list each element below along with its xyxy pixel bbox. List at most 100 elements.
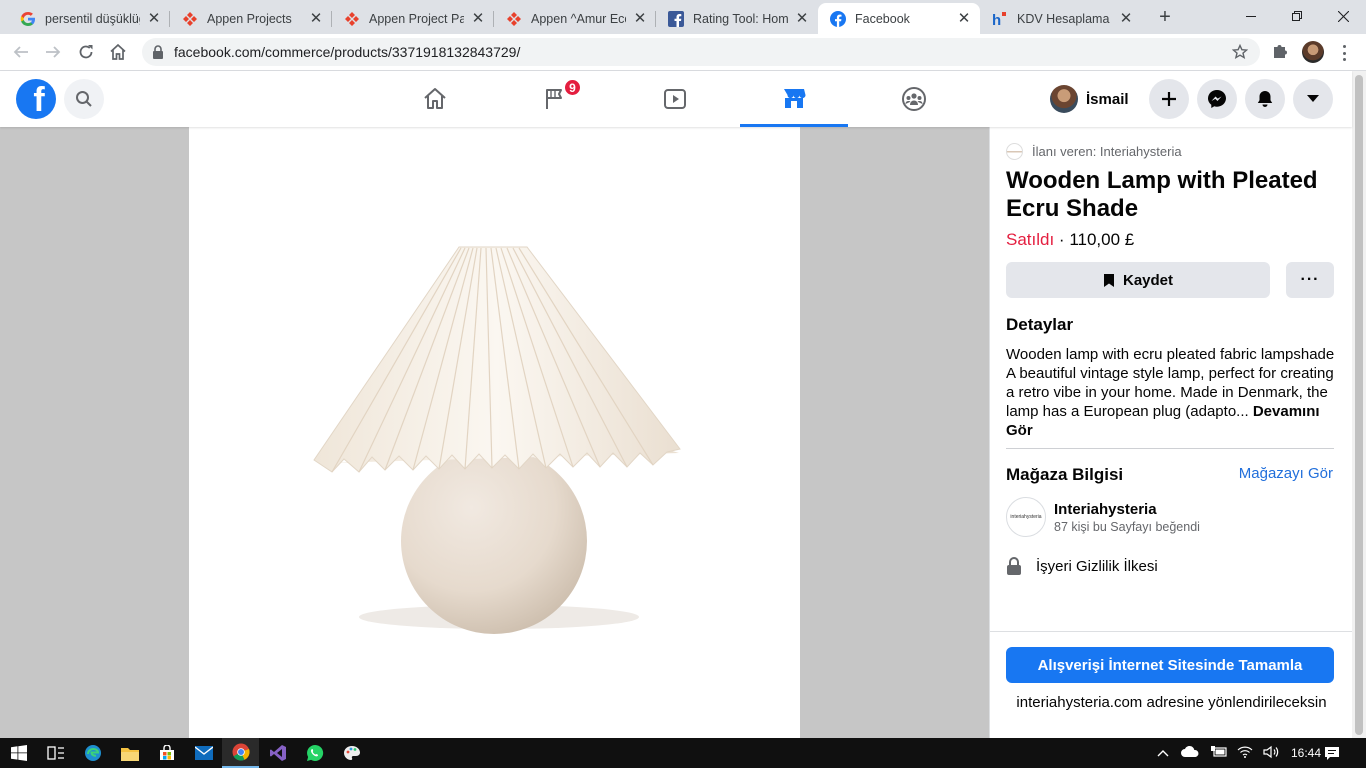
reload-button[interactable] xyxy=(73,39,99,65)
browser-tab[interactable]: persentil düşüklüğü ✕ xyxy=(8,3,170,34)
hesaplama-icon: h xyxy=(992,11,1008,27)
facebook-header: f 9 İsmail xyxy=(0,71,1352,127)
reload-icon xyxy=(79,45,93,59)
appen-icon xyxy=(182,11,198,27)
battery-icon[interactable] xyxy=(1211,745,1227,761)
browser-tab[interactable]: Rating Tool: Home ✕ xyxy=(656,3,818,34)
nav-watch-tab[interactable] xyxy=(621,71,729,127)
browser-profile-avatar[interactable] xyxy=(1302,41,1324,63)
wifi-icon[interactable] xyxy=(1237,746,1253,761)
nav-pages-tab[interactable]: 9 xyxy=(501,71,609,127)
nav-groups-tab[interactable] xyxy=(860,71,968,127)
onedrive-cloud-icon[interactable] xyxy=(1181,746,1199,760)
facebook-icon xyxy=(830,10,846,27)
facebook-search-button[interactable] xyxy=(64,79,104,119)
action-center-button[interactable] xyxy=(1324,738,1340,768)
close-tab-icon[interactable]: ✕ xyxy=(470,10,486,27)
facebook-square-icon xyxy=(668,10,684,27)
product-photo[interactable] xyxy=(189,127,800,738)
nav-home-tab[interactable] xyxy=(381,71,489,127)
close-tab-icon[interactable]: ✕ xyxy=(632,10,648,27)
file-explorer-icon[interactable] xyxy=(111,738,148,768)
store-icon[interactable] xyxy=(148,738,185,768)
clock-time[interactable]: 16:44 xyxy=(1291,746,1321,760)
close-tab-icon[interactable]: ✕ xyxy=(956,10,972,27)
back-button[interactable] xyxy=(8,39,34,65)
browser-tab[interactable]: Appen ^Amur Eco ✕ xyxy=(494,3,656,34)
close-tab-icon[interactable]: ✕ xyxy=(1118,10,1134,27)
whatsapp-icon[interactable] xyxy=(296,738,333,768)
marketplace-shop-icon xyxy=(784,88,806,108)
more-options-button[interactable]: ··· xyxy=(1286,262,1334,298)
lock-icon[interactable] xyxy=(152,45,164,59)
close-tab-icon[interactable]: ✕ xyxy=(308,10,324,27)
url-text[interactable]: facebook.com/commerce/products/337191813… xyxy=(174,44,520,60)
minimize-button[interactable] xyxy=(1228,0,1274,32)
facebook-logo[interactable]: f xyxy=(16,79,56,119)
details-heading: Detaylar xyxy=(1006,315,1074,334)
notification-badge: 9 xyxy=(563,78,582,97)
store-name[interactable]: Interiahysteria xyxy=(1054,501,1200,518)
browser-tab[interactable]: h KDV Hesaplama (K ✕ xyxy=(980,3,1142,34)
seller-line[interactable]: İlanı veren: Interiahysteria xyxy=(1006,143,1182,160)
paint-icon[interactable] xyxy=(333,738,370,768)
product-details-panel: İlanı veren: Interiahysteria Wooden Lamp… xyxy=(989,127,1353,738)
close-window-button[interactable] xyxy=(1320,0,1366,32)
privacy-policy-link[interactable]: İşyeri Gizlilik İlkesi xyxy=(1006,557,1158,575)
view-store-link[interactable]: Mağazayı Gör xyxy=(1239,465,1333,482)
checkout-on-website-button[interactable]: Alışverişi İnternet Sitesinde Tamamla xyxy=(1006,647,1334,683)
bookmark-star-icon[interactable] xyxy=(1231,43,1249,63)
browser-tab[interactable]: Appen Project Page ✕ xyxy=(332,3,494,34)
windows-start-icon[interactable] xyxy=(0,738,37,768)
chrome-icon[interactable] xyxy=(222,738,259,768)
create-button[interactable] xyxy=(1149,79,1189,119)
forward-button[interactable] xyxy=(40,39,66,65)
browser-toolbar: facebook.com/commerce/products/337191813… xyxy=(0,34,1366,71)
notifications-button[interactable] xyxy=(1245,79,1285,119)
divider xyxy=(1006,448,1334,449)
tab-title: Facebook xyxy=(855,11,910,26)
close-icon xyxy=(1337,10,1349,22)
nav-marketplace-tab[interactable] xyxy=(740,71,848,127)
save-button[interactable]: Kaydet xyxy=(1006,262,1270,298)
tab-title: KDV Hesaplama (K xyxy=(1017,11,1112,26)
store-card[interactable]: interiahysteria Interiahysteria 87 kişi … xyxy=(1006,497,1200,537)
forward-arrow-icon xyxy=(46,46,61,58)
new-tab-button[interactable]: + xyxy=(1155,7,1175,27)
browser-menu-icon[interactable] xyxy=(1336,43,1352,63)
show-hidden-icons-chevron-icon[interactable] xyxy=(1157,746,1169,760)
sold-status: Satıldı xyxy=(1006,230,1055,249)
lamp-image xyxy=(313,246,681,634)
edge-browser-icon[interactable] xyxy=(74,738,111,768)
task-view-icon[interactable] xyxy=(37,738,74,768)
product-description: Wooden lamp with ecru pleated fabric lam… xyxy=(1006,346,1335,439)
lock-icon xyxy=(1007,557,1021,575)
product-title: Wooden Lamp with Pleated Ecru Shade xyxy=(1006,167,1318,222)
minimize-icon xyxy=(1246,16,1256,17)
caret-down-icon xyxy=(1307,95,1319,102)
home-icon xyxy=(424,88,446,109)
account-menu-button[interactable] xyxy=(1293,79,1333,119)
address-bar[interactable]: facebook.com/commerce/products/337191813… xyxy=(142,38,1260,66)
browser-tab-active[interactable]: Facebook ✕ xyxy=(818,3,980,34)
video-play-icon xyxy=(664,89,686,109)
store-logo: interiahysteria xyxy=(1006,497,1046,537)
messenger-button[interactable] xyxy=(1197,79,1237,119)
page-scrollbar[interactable] xyxy=(1352,71,1366,738)
extensions-puzzle-icon[interactable] xyxy=(1271,42,1289,65)
price-row: Satıldı · 110,00 £ xyxy=(1006,230,1134,250)
notification-center-icon xyxy=(1325,746,1339,760)
visual-studio-icon[interactable] xyxy=(259,738,296,768)
maximize-button[interactable] xyxy=(1274,0,1320,32)
browser-tab[interactable]: Appen Projects ✕ xyxy=(170,3,332,34)
tab-title: persentil düşüklüğü xyxy=(45,11,140,26)
profile-chip[interactable]: İsmail xyxy=(1050,81,1129,117)
tab-title: Rating Tool: Home xyxy=(693,11,788,26)
close-tab-icon[interactable]: ✕ xyxy=(146,10,162,27)
mail-icon[interactable] xyxy=(185,738,222,768)
close-tab-icon[interactable]: ✕ xyxy=(794,10,810,27)
browser-tab-strip: persentil düşüklüğü ✕ Appen Projects ✕ A… xyxy=(0,0,1366,34)
google-icon xyxy=(20,11,36,27)
volume-icon[interactable] xyxy=(1263,745,1279,762)
home-button[interactable] xyxy=(105,39,131,65)
